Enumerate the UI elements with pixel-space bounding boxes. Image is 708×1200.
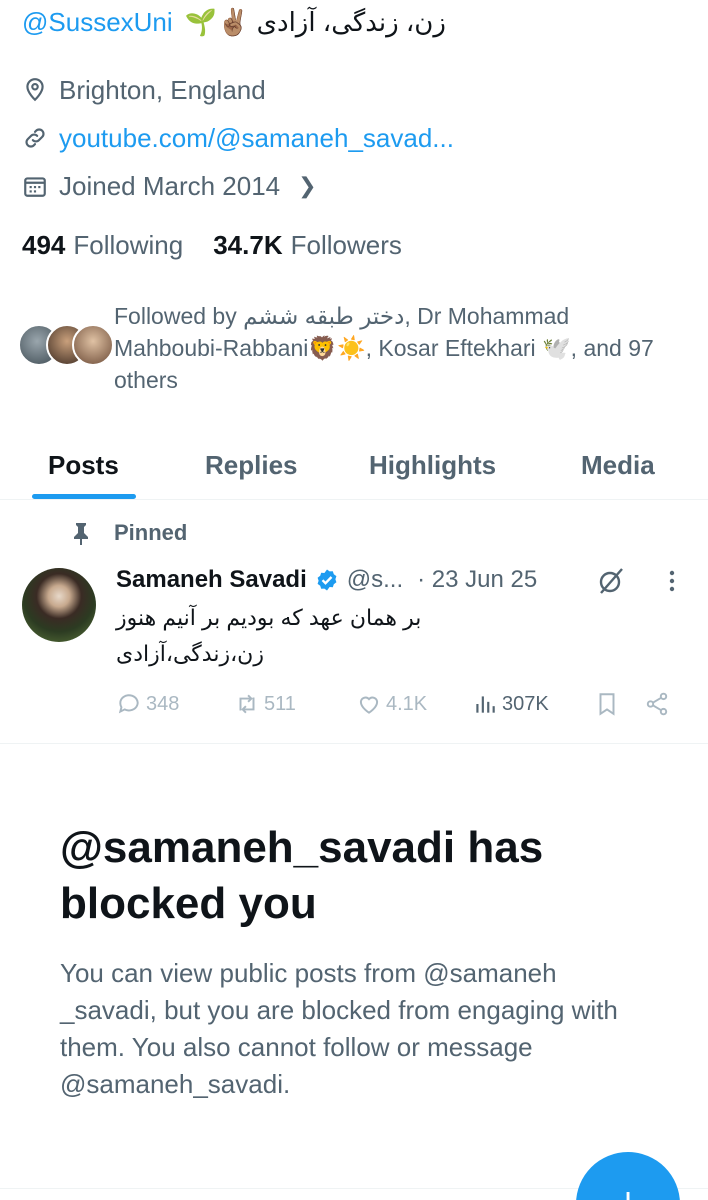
like-count: 4.1K <box>386 692 428 715</box>
reply-button[interactable]: 348 <box>116 686 179 722</box>
compose-post-button[interactable]: + <box>576 1152 680 1200</box>
profile-joined[interactable]: Joined March 2014 ❯ <box>22 166 317 206</box>
location-text: Brighton, England <box>59 74 266 105</box>
tab-media[interactable]: Media <box>581 430 655 500</box>
following-stat[interactable]: 494 Following <box>22 230 183 261</box>
post-text-line: زن،زندگی،آزادی <box>116 641 264 666</box>
tab-posts[interactable]: Posts <box>48 430 119 500</box>
reply-icon <box>118 694 139 714</box>
more-options-icon[interactable] <box>662 566 682 596</box>
heart-icon <box>359 696 379 714</box>
followers-label: Followers <box>290 229 402 260</box>
like-button[interactable]: 4.1K <box>356 686 427 722</box>
post-author-avatar[interactable] <box>22 568 96 642</box>
share-icon <box>646 692 668 716</box>
active-tab-indicator <box>32 494 136 499</box>
profile-tabs: Posts Replies Highlights Media <box>0 430 708 500</box>
calendar-icon <box>24 177 46 197</box>
joined-text: Joined March 2014 <box>59 170 281 201</box>
location-pin-icon <box>26 78 44 102</box>
follow-stats: 494 Following 34.7K Followers <box>22 225 432 265</box>
profile-location: Brighton, England <box>22 70 266 110</box>
profile-website: youtube.com/@samaneh_savad... <box>22 118 454 158</box>
pinned-label: Pinned <box>70 516 187 550</box>
chevron-right-icon: ❯ <box>298 173 317 198</box>
tab-highlights[interactable]: Highlights <box>369 430 496 500</box>
pin-icon <box>74 523 88 545</box>
blocked-title: @samaneh_savadi has blocked you <box>60 823 544 928</box>
following-count: 494 <box>22 229 66 260</box>
bio-mention-link[interactable]: @SussexUni <box>22 7 173 38</box>
followed-by[interactable]: Followed by دختر طبقه ششم, Dr Mohammad M… <box>18 300 688 396</box>
tab-replies[interactable]: Replies <box>205 430 298 500</box>
bio-text: زن، زندگی، آزادی ✌🏽🌱 <box>184 6 446 37</box>
post-actions: 348 511 4.1K 307K <box>116 686 676 722</box>
website-link[interactable]: youtube.com/@samaneh_savad... <box>59 123 454 154</box>
verified-badge-icon <box>317 569 337 591</box>
share-button[interactable] <box>644 686 674 722</box>
bookmark-icon <box>599 693 615 716</box>
repost-count: 511 <box>264 692 296 715</box>
link-icon <box>25 128 45 148</box>
post-header: Samaneh Savadi @s... · 23 Jun 25 <box>116 562 537 598</box>
followed-by-text: Followed by دختر طبقه ششم, Dr Mohammad M… <box>114 303 654 393</box>
followers-you-know-avatars <box>18 324 114 374</box>
repost-icon <box>239 694 255 714</box>
divider <box>0 743 708 744</box>
avatar <box>72 324 114 366</box>
repost-button[interactable]: 511 <box>234 686 296 722</box>
pinned-text: Pinned <box>114 520 188 545</box>
views-chart-icon <box>476 696 495 713</box>
post-text: بر همان عهد که بودیم بر آنیم هنوز زن،زند… <box>116 600 688 672</box>
blocked-description: You can view public posts from @samaneh … <box>60 958 618 1099</box>
followers-count: 34.7K <box>213 229 283 260</box>
reply-count: 348 <box>146 692 180 715</box>
following-label: Following <box>73 229 184 260</box>
views-count: 307K <box>502 692 549 715</box>
views-button[interactable]: 307K <box>472 686 549 722</box>
bookmark-button[interactable] <box>594 686 624 722</box>
post-author-name[interactable]: Samaneh Savadi <box>116 566 307 594</box>
profile-bio: @SussexUni زن، زندگی، آزادی ✌🏽🌱 <box>22 2 446 42</box>
post-text-line: بر همان عهد که بودیم بر آنیم هنوز <box>116 605 422 630</box>
grok-icon[interactable] <box>596 566 626 596</box>
post-date[interactable]: · 23 Jun 25 <box>417 566 537 594</box>
post-author-handle[interactable]: @s... <box>347 566 403 594</box>
followers-stat[interactable]: 34.7K Followers <box>213 230 402 261</box>
